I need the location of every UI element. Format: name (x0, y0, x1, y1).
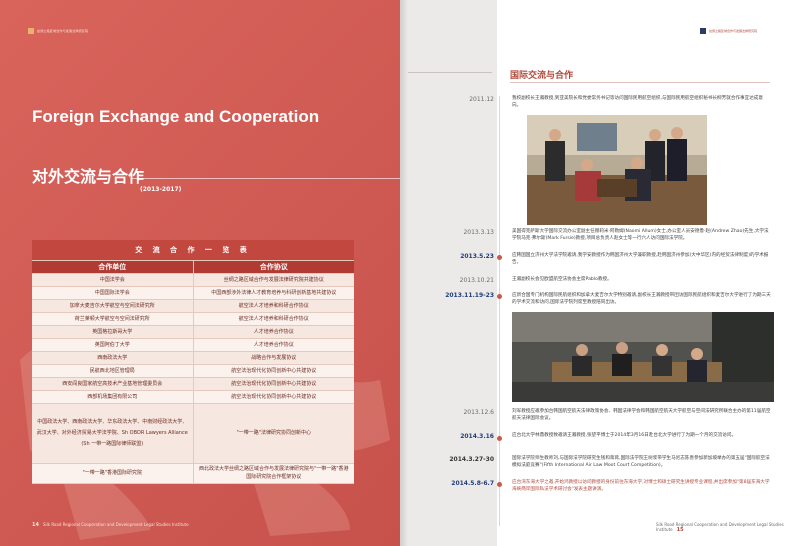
right-footer: Silk Road Regional Cooperation and Devel… (656, 522, 800, 533)
table-cell: 航空法治现代化协同创新中心共建协议 (193, 390, 354, 404)
photo-conference-room (512, 312, 774, 402)
table-header-unit: 合作单位 (32, 260, 194, 274)
left-page: 丝绸之路区域合作与发展法律研究院 Foreign Exchange and Co… (0, 0, 400, 546)
entry-date: 2013.3.13 (463, 229, 494, 236)
table-row: "一带一路"香港国际研究院 西北政法大学丝绸之路区域合作与发展法律研究院与"一带一… (32, 463, 354, 484)
entry-text: 我校副校长王瀚教授,到亚美院长和党委常务书记等访问国际民用航空组织,与国际民用航… (512, 96, 763, 109)
table-caption: 交 流 合 作 一 览 表 (32, 240, 354, 261)
table-cell: 英国格拉斯哥大学 (32, 325, 194, 339)
left-header: 丝绸之路区域合作与发展法律研究院 (28, 28, 88, 34)
timeline-dot (497, 294, 502, 299)
table-row: 民航西北地区管理局 航空法治现代化协同创新中心共建协议 (32, 364, 354, 378)
table-cell: 中国法学会 (32, 273, 194, 287)
header-rule (408, 72, 492, 73)
entry-date: 2011.12 (469, 96, 494, 103)
timeline-dot (497, 482, 502, 487)
title-english: Foreign Exchange and Cooperation (32, 107, 320, 126)
entry-date: 2014.3.16 (460, 433, 494, 440)
left-footer-text: Silk Road Regional Cooperation and Devel… (42, 522, 189, 527)
section-title-underline (510, 82, 770, 83)
table-cell: 丝绸之路区域合作与发展法律研究院共建协议 (193, 273, 354, 287)
title-years: (2013-2017) (140, 186, 182, 193)
left-page-number: 14 (32, 522, 39, 528)
table-cell: 人才培养合作协议 (193, 338, 354, 352)
table-cell: 民航西北地区管理局 (32, 364, 194, 378)
entry-date: 2013.10.21 (459, 277, 494, 284)
table-row: 中国政法大学、西南政法大学、华东政法大学、中南财经政法大学、武汉大学、对外经济贸… (32, 403, 354, 464)
right-page-number: 15 (676, 527, 684, 533)
entry-text: 应台湾东海大学之邀,开始鸿教授以访问教授的身份前往东海大学,对博士和硕士研究生讲… (512, 480, 770, 493)
entry-text: 王瀚副校长会见欧盟航空法协会主席Pablo教授。 (512, 277, 612, 282)
table-cell: 西安阎良国家航空高技术产业基地管理委员会 (32, 377, 194, 391)
table-cell: 航空法人才培养和科研合作协议 (193, 312, 354, 326)
cooperation-table: 交 流 合 作 一 览 表 合作单位 合作协议 中国法学会 丝绸之路区域合作与发展… (32, 240, 354, 484)
date-gutter (400, 0, 497, 546)
table-header-agreement: 合作协议 (193, 260, 354, 274)
table-cell: 航空法人才培养和科研合作协议 (193, 299, 354, 313)
timeline-dot (497, 255, 502, 260)
table-row: 西南政法大学 战略合作与发展协议 (32, 351, 354, 365)
entry-date: 2014.3.27-30 (449, 456, 494, 463)
entry-text: 国际法学院师生教师刘,与国际法学院研究生钱和蒋蒋,国际法学院王树浆带学生马尼志陈… (512, 456, 770, 469)
table-cell: 荷兰莱顿大学航空与空间法研究所 (32, 312, 194, 326)
timeline-dot (497, 436, 502, 441)
timeline-line (499, 96, 500, 526)
right-footer-text: Silk Road Regional Cooperation and Devel… (656, 522, 784, 532)
table-row: 中国法学会 丝绸之路区域合作与发展法律研究院共建协议 (32, 273, 354, 287)
entry-date: 2014.5.8-6.7 (451, 480, 494, 487)
entry-text: 应台北大学林鼎教授致邀请王瀚教授,张望平博士于2014年3月16日赴台北大学进行… (512, 433, 737, 438)
table-cell: 中国国际法学会 (32, 286, 194, 300)
entry-text: 应新合国专门机构国际民航组织和加拿大麦吉尔大学特别邀请,副校长王瀚教授带团访国际… (512, 293, 771, 306)
table-cell: "一带一路"法律研究协同创新中心 (193, 403, 354, 464)
entry-text: 应韩国国立济州大学法学院邀请,我学安教授作为韩国济州大学兼职教授,赴韩国济州参加… (512, 253, 769, 266)
table-cell: 英国阿伯丁大学 (32, 338, 194, 352)
table-cell: 航空法治现代化协同创新中心共建协议 (193, 377, 354, 391)
right-header: 丝绸之路区域合作与发展法律研究院 (700, 28, 757, 34)
table-cell: 人才培养合作协议 (193, 325, 354, 339)
entry-date: 2013.12.6 (463, 409, 494, 416)
table-row: 英国阿伯丁大学 人才培养合作协议 (32, 338, 354, 352)
table-cell: 西南政法大学 (32, 351, 194, 365)
page-fold-shadow (400, 0, 408, 546)
table-cell: "一带一路"香港国际研究院 (32, 463, 194, 484)
table-row: 西安阎良国家航空高技术产业基地管理委员会 航空法治现代化协同创新中心共建协议 (32, 377, 354, 391)
table-cell: 加拿大麦吉尔大学航空与空间法研究所 (32, 299, 194, 313)
left-footer: 14 Silk Road Regional Cooperation and Dev… (32, 522, 189, 528)
table-cell: 西北政法大学丝绸之路区域合作与发展法律研究院与"一带一路"香港国际研究院合作框架… (193, 463, 354, 484)
title-chinese: 对外交流与合作 (32, 167, 145, 186)
photo-delegation-meeting (527, 115, 707, 225)
entry-date: 2013.5.23 (460, 253, 494, 260)
entry-date: 2013.11.19-23 (445, 292, 494, 299)
table-row: 西部机场集团有限公司 航空法治现代化协同创新中心共建协议 (32, 390, 354, 404)
table-cell: 西部机场集团有限公司 (32, 390, 194, 404)
table-row: 加拿大麦吉尔大学航空与空间法研究所 航空法人才培养和科研合作协议 (32, 299, 354, 313)
table-row: 中国国际法学会 中国西部涉外法律人才教育培养与科研创新基地共建协议 (32, 286, 354, 300)
table-cell: 航空法治现代化协同创新中心共建协议 (193, 364, 354, 378)
entry-text: 美国得克萨斯大学国际交流办公室副主任赫莉米·阿勒姆(Naomi Allum)女士… (512, 229, 769, 242)
table-cell: 中国西部涉外法律人才教育培养与科研创新基地共建协议 (193, 286, 354, 300)
table-row: 荷兰莱顿大学航空与空间法研究所 航空法人才培养和科研合作协议 (32, 312, 354, 326)
title-divider (132, 178, 400, 179)
entry-text: 刘军教授应邀参加台韩国航空航天法律政策协会、韩国法律学会和韩国航空航天大学航空与… (512, 409, 771, 422)
table-cell: 中国政法大学、西南政法大学、华东政法大学、中南财经政法大学、武汉大学、对外经济贸… (32, 403, 194, 464)
section-title: 国际交流与合作 (510, 71, 574, 81)
table-cell: 战略合作与发展协议 (193, 351, 354, 365)
table-row: 英国格拉斯哥大学 人才培养合作协议 (32, 325, 354, 339)
